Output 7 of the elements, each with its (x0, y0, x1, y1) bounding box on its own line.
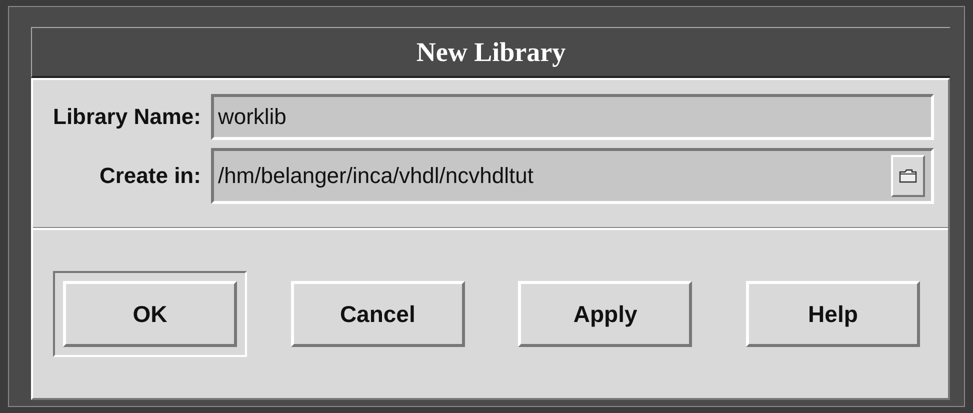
window-title: New Library (31, 27, 950, 78)
name-field[interactable]: worklib (210, 94, 934, 140)
path-field[interactable]: /hm/belanger/inca/vhdl/ncvhdltut (210, 148, 934, 204)
dialog-button[interactable]: OK (53, 271, 247, 357)
field-label: Create in: (98, 163, 201, 189)
folder-icon[interactable] (891, 155, 925, 197)
field-label: Library Name: (53, 104, 201, 130)
